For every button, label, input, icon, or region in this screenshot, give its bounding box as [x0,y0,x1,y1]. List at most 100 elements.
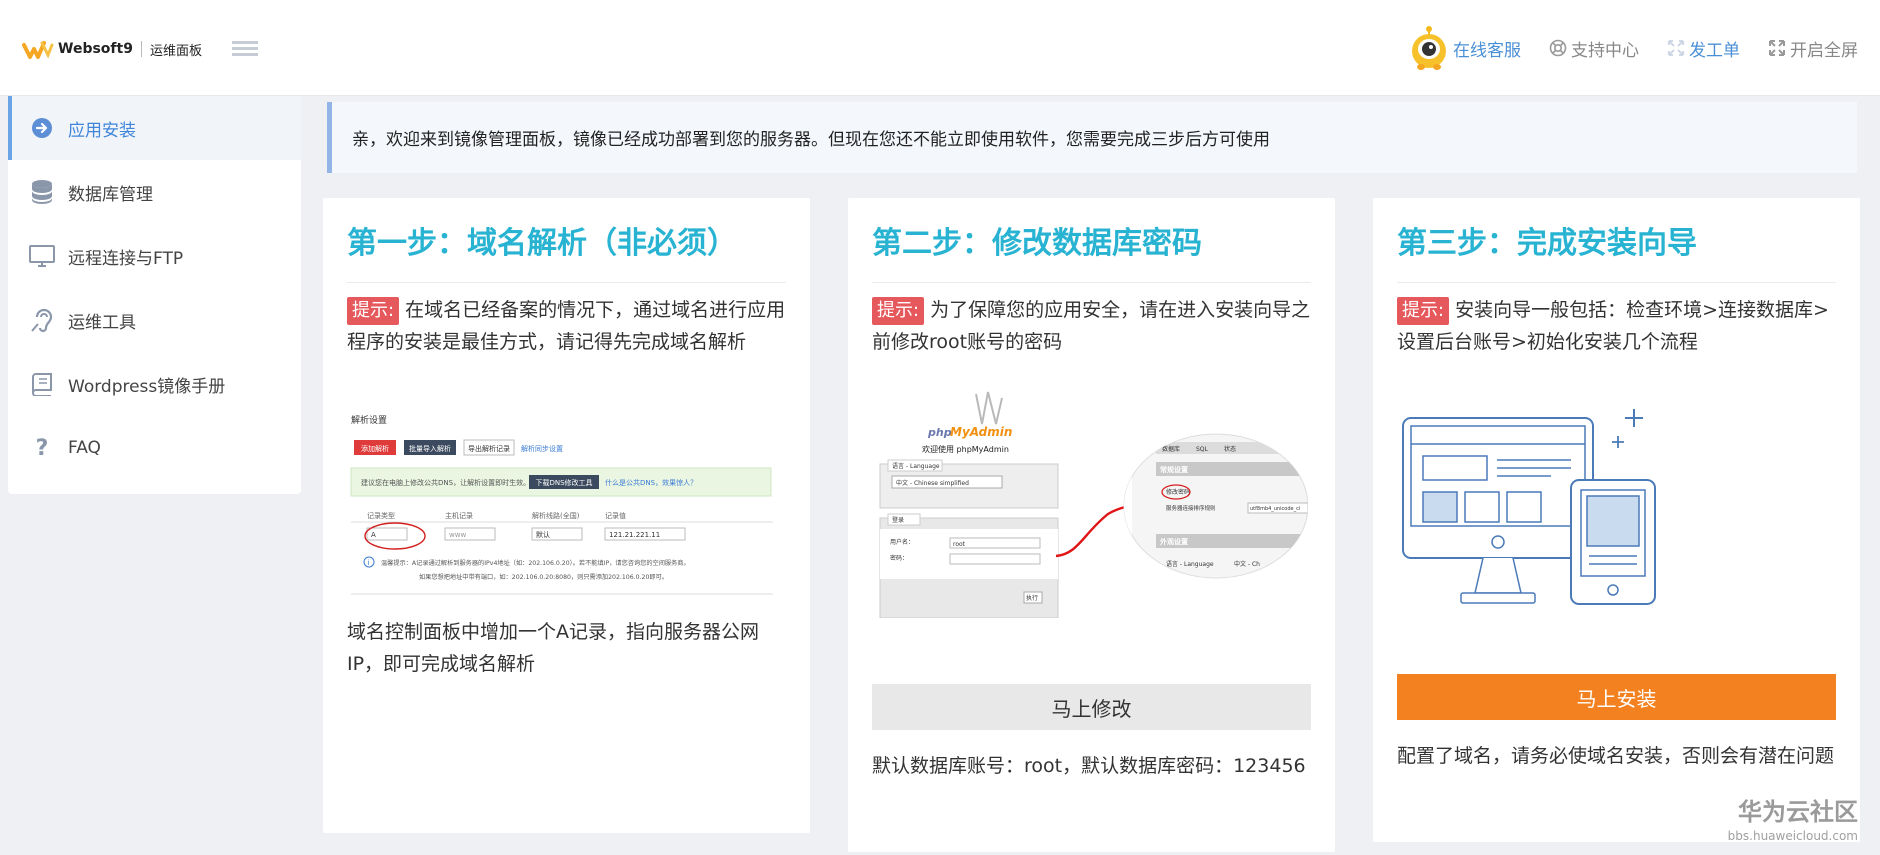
svg-text:root: root [953,541,966,548]
websoft9-logo[interactable]: Websoft9 运维面板 [22,36,202,62]
modify-password-label: 马上修改 [1051,696,1132,721]
fullscreen-link[interactable]: 开启全屏 [1768,36,1858,61]
question-icon: ? [35,435,49,461]
phpmyadmin-illustration: php MyAdmin 欢迎使用 phpMyAdmin 语言 - Languag… [879,391,1308,618]
svg-text:默认: 默认 [536,530,550,539]
watermark-sub: bbs.huaweicloud.com [1727,829,1858,843]
tip-tag: 提示: [1397,297,1450,325]
online-service-label: 在线客服 [1453,40,1521,61]
svg-text:记录值: 记录值 [605,511,626,520]
hearing-icon [28,306,56,334]
svg-text:建议您在电脑上修改公共DNS，让解析设置即时生效。: 建议您在电脑上修改公共DNS，让解析设置即时生效。 [361,478,530,487]
top-header: Websoft9 运维面板 在线客服 支持中心 发工单 开启全屏 [0,0,1880,96]
svg-text:php: php [927,426,952,439]
step-1-footer: 域名控制面板中增加一个A记录，指向服务器公网IP，即可完成域名解析 [347,621,759,675]
svg-text:解析线路(全国): 解析线路(全国) [532,511,580,520]
svg-text:温馨提示：A记录通过解析到服务器的IPv4地址（如：202.: 温馨提示：A记录通过解析到服务器的IPv4地址（如：202.106.0.20）。… [381,559,690,567]
svg-text:如果您想把地址中带有端口，如：202.106.0.20:80: 如果您想把地址中带有端口，如：202.106.0.20:8080，则只需添加20… [419,573,668,581]
support-center-link[interactable]: 支持中心 [1549,36,1639,61]
dns-settings-illustration: 解析设置 添加解析 批量导入解析 导出解析记录 解析同步设置 建议您在电脑上修改… [349,412,775,596]
tip-tag: 提示: [872,297,925,325]
watermark-main: 华为云社区 [1738,798,1858,826]
svg-text:密码：: 密码： [890,554,908,562]
step-2-footer: 默认数据库账号：root，默认数据库密码：123456 [872,755,1306,777]
sidebar-item-label: 运维工具 [68,312,136,333]
sidebar-item-faq[interactable]: ? FAQ [8,416,301,480]
svg-text:服务器连接排序规则: 服务器连接排序规则 [1166,504,1216,512]
welcome-notice-text: 亲，欢迎来到镜像管理面板，镜像已经成功部署到您的服务器。但现在您还不能立即使用软… [352,130,1270,150]
install-now-label: 马上安装 [1576,686,1657,711]
lifebuoy-icon [1549,39,1567,57]
svg-text:外观设置: 外观设置 [1160,537,1188,546]
online-service-link[interactable]: 在线客服 [1453,36,1521,61]
svg-text:语言 - Language: 语言 - Language [1166,560,1214,568]
sidebar: 应用安装 数据库管理 远程连接与FTP 运维工具 Wordpress镜像手册 ?… [8,96,301,494]
svg-text:什么是公共DNS，效果惊人？: 什么是公共DNS，效果惊人？ [605,478,697,487]
card-divider [347,282,786,283]
step-3-footer: 配置了域名，请务必使域名安装，否则会有潜在问题 [1397,745,1835,767]
sidebar-item-remote-ftp[interactable]: 远程连接与FTP [8,224,301,288]
svg-text:解析同步设置: 解析同步设置 [521,444,563,453]
svg-text:A: A [371,531,376,539]
book-icon [28,370,56,398]
step-3-card: 第三步：完成安装向导 提示: 安装向导一般包括：检查环境>连接数据库>设置后台账号… [1373,198,1860,842]
modify-password-button[interactable]: 马上修改 [872,684,1311,730]
install-now-button[interactable]: 马上安装 [1397,674,1836,720]
sidebar-item-label: 应用安装 [68,120,136,141]
menu-toggle-icon[interactable] [232,38,258,60]
tip-text: 在域名已经备案的情况下，通过域名进行应用程序的安装是最佳方式，请记得先完成域名解… [347,299,786,353]
ticket-link[interactable]: 发工单 [1667,36,1740,61]
fullscreen-icon [1769,40,1785,56]
svg-text:121.21.221.11: 121.21.221.11 [609,531,660,539]
svg-text:常规设置: 常规设置 [1160,465,1188,474]
sidebar-item-label: FAQ [68,438,101,458]
step-2-card: 第二步：修改数据库密码 提示: 为了保障您的应用安全，请在进入安装向导之前修改ro… [848,198,1335,852]
svg-text:www: www [449,531,466,539]
tip-text: 安装向导一般包括：检查环境>连接数据库>设置后台账号>初始化安装几个流程 [1397,299,1829,353]
card-divider [1397,282,1836,283]
tip-text: 为了保障您的应用安全，请在进入安装向导之前修改root账号的密码 [872,299,1311,353]
sidebar-item-ops-tools[interactable]: 运维工具 [8,288,301,352]
svg-text:导出解析记录: 导出解析记录 [468,444,510,453]
svg-text:添加解析: 添加解析 [361,444,389,453]
sidebar-item-database[interactable]: 数据库管理 [8,160,301,224]
svg-text:欢迎使用 phpMyAdmin: 欢迎使用 phpMyAdmin [922,444,1009,454]
svg-text:批量导入解析: 批量导入解析 [409,444,451,453]
svg-text:用户名：: 用户名： [890,538,914,546]
database-icon [28,178,56,206]
sidebar-item-label: Wordpress镜像手册 [68,376,226,397]
step-1-card: 第一步：域名解析（非必须） 提示: 在域名已经备案的情况下，通过域名进行应用程序的… [323,198,810,833]
step-2-title: 第二步：修改数据库密码 [872,226,1202,261]
logo-text: Websoft9 [58,41,133,57]
step-3-tip: 提示: 安装向导一般包括：检查环境>连接数据库>设置后台账号>初始化安装几个流程 [1397,294,1838,358]
logo-divider [140,41,142,57]
svg-text:下载DNS修改工具: 下载DNS修改工具 [535,478,592,487]
svg-text:MyAdmin: MyAdmin [950,425,1012,439]
svg-text:.utf8: .utf8 [1110,493,1123,499]
svg-text:语言 - Language: 语言 - Language [892,462,940,470]
svg-text:i: i [368,559,370,567]
sidebar-item-label: 数据库管理 [68,184,153,205]
step-2-tip: 提示: 为了保障您的应用安全，请在进入安装向导之前修改root账号的密码 [872,294,1313,358]
step-1-tip: 提示: 在域名已经备案的情况下，通过域名进行应用程序的安装是最佳方式，请记得先完成… [347,294,788,358]
step-3-title: 第三步：完成安装向导 [1397,226,1697,261]
step-1-title: 第一步：域名解析（非必须） [347,226,737,261]
svg-text:记录类型: 记录类型 [367,511,395,520]
install-wizard-illustration [1402,409,1656,605]
svg-text:SQL: SQL [1196,446,1209,453]
svg-text:主机记录: 主机记录 [445,511,473,520]
header-actions: 在线客服 支持中心 发工单 开启全屏 [1409,24,1858,72]
svg-text:修改密码: 修改密码 [1166,488,1190,496]
welcome-notice: 亲，欢迎来到镜像管理面板，镜像已经成功部署到您的服务器。但现在您还不能立即使用软… [327,102,1857,173]
expand-arrows-icon [1668,40,1684,56]
robot-support-icon[interactable] [1409,25,1449,71]
huawei-cloud-watermark: 华为云社区 bbs.huaweicloud.com [1728,792,1858,843]
svg-text:utf8mb4_unicode_ci: utf8mb4_unicode_ci [1250,506,1300,512]
sidebar-item-app-install[interactable]: 应用安装 [8,96,301,160]
tip-tag: 提示: [347,297,400,325]
ticket-label: 发工单 [1689,40,1740,61]
sidebar-item-wordpress-manual[interactable]: Wordpress镜像手册 [8,352,301,416]
svg-text:中文 - Chinese simplified: 中文 - Chinese simplified [896,479,969,487]
svg-text:执行: 执行 [1026,594,1038,602]
fullscreen-label: 开启全屏 [1790,40,1858,61]
